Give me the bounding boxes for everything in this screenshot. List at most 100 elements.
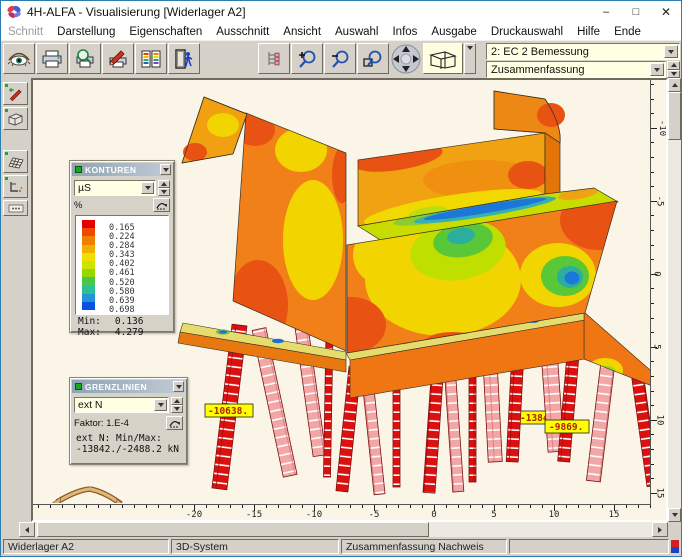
- ruler-tick: [506, 505, 507, 508]
- mesh-view-button[interactable]: [3, 150, 28, 173]
- scroll-left-button[interactable]: [19, 522, 35, 537]
- grenzlinien-menu-button[interactable]: [173, 381, 184, 392]
- result-locations-button[interactable]: [3, 175, 28, 198]
- konturen-quantity-select[interactable]: µS: [74, 180, 156, 196]
- section-pen-button[interactable]: [3, 82, 28, 105]
- arrow-left-icon: [25, 527, 29, 533]
- result-type-spinner[interactable]: [667, 61, 680, 78]
- ruler-tick: [651, 376, 654, 377]
- konturen-panel[interactable]: KONTUREN µS %: [69, 160, 175, 333]
- print-preview-button[interactable]: [69, 43, 101, 74]
- ruler-tick: [350, 505, 351, 508]
- menu-infos[interactable]: Infos: [385, 25, 424, 39]
- ruler-tick: [651, 99, 654, 100]
- vertical-scroll-track[interactable]: [668, 92, 681, 508]
- status-app-icon: [671, 540, 679, 553]
- menu-ausgabe[interactable]: Ausgabe: [424, 25, 483, 39]
- zoom-out-button[interactable]: [324, 43, 356, 74]
- ruler-label: -20: [186, 510, 202, 520]
- maximize-button[interactable]: □: [621, 2, 651, 23]
- ruler-tick: [218, 505, 219, 508]
- grenzlinien-dropdown-button[interactable]: [154, 399, 167, 411]
- canvas-area[interactable]: -13842.: [31, 78, 668, 522]
- vertical-scrollbar[interactable]: [668, 78, 681, 522]
- autoscale-icon: [155, 200, 168, 210]
- pan-button[interactable]: [390, 43, 422, 74]
- spin-down-button[interactable]: [667, 70, 680, 79]
- spin-up-button[interactable]: [667, 61, 680, 70]
- konturen-menu-button[interactable]: [160, 164, 171, 175]
- design-case-select[interactable]: 2: EC 2 Bemessung: [486, 43, 680, 60]
- horizontal-scroll-thumb[interactable]: [37, 522, 429, 537]
- max-value: 4.279: [115, 327, 144, 338]
- konturen-unit-label: %: [74, 200, 82, 211]
- menu-ende[interactable]: Ende: [607, 25, 648, 39]
- print-button[interactable]: [36, 43, 68, 74]
- view-3d-dropdown[interactable]: [464, 43, 476, 74]
- panel-icon: [75, 166, 82, 173]
- legend-swatch: [82, 220, 95, 228]
- view-3d-button[interactable]: [423, 43, 463, 74]
- view-eye-button[interactable]: [3, 43, 35, 74]
- element-labels-button[interactable]: [3, 200, 28, 216]
- horizontal-scroll-track[interactable]: [35, 522, 652, 537]
- minimize-button[interactable]: –: [591, 2, 621, 23]
- ruler-label: 0: [431, 510, 436, 520]
- ruler-label: 5: [491, 510, 496, 520]
- vertical-scroll-thumb[interactable]: [668, 92, 681, 140]
- menu-auswahl[interactable]: Auswahl: [328, 25, 385, 39]
- solid-view-button[interactable]: [3, 107, 28, 130]
- konturen-spinner[interactable]: [158, 180, 170, 196]
- ruler-tick: [651, 186, 654, 187]
- arrow-up-icon: [161, 182, 167, 186]
- scroll-right-button[interactable]: [652, 522, 668, 537]
- grenzlinien-panel[interactable]: GRENZLINIEN ext N Faktor: 1.E-4: [69, 377, 188, 465]
- spin-down-button[interactable]: [171, 405, 183, 413]
- left-wing-wall: [182, 97, 352, 351]
- app-logo-icon: [6, 4, 22, 20]
- ruler-label: 10: [549, 510, 560, 520]
- result-type-select[interactable]: Zusammenfassung: [486, 61, 666, 78]
- ruler-tick: [651, 361, 654, 362]
- ruler-tick: [651, 478, 654, 479]
- konturen-titlebar[interactable]: KONTUREN: [72, 163, 172, 176]
- spin-up-button[interactable]: [171, 397, 183, 405]
- mesh-grid-icon: [7, 155, 24, 169]
- design-case-dropdown-button[interactable]: [664, 45, 678, 58]
- menu-ausschnitt[interactable]: Ausschnitt: [209, 25, 276, 39]
- scroll-down-button[interactable]: [668, 508, 681, 522]
- app-window: 4H-ALFA - Visualisierung [Widerlager A2]…: [0, 0, 682, 557]
- konturen-dropdown-button[interactable]: [141, 182, 154, 194]
- menu-ansicht[interactable]: Ansicht: [276, 25, 328, 39]
- arrow-down-icon: [672, 513, 678, 517]
- spin-up-button[interactable]: [158, 180, 170, 188]
- ruler-tick: [266, 505, 267, 508]
- spin-down-button[interactable]: [158, 188, 170, 196]
- display-tree-button[interactable]: [258, 43, 290, 74]
- grenzlinien-autoscale-button[interactable]: [166, 416, 183, 430]
- scrollbar-spacer: [1, 522, 19, 537]
- grenzlinien-spinner[interactable]: [171, 397, 183, 413]
- scroll-up-button[interactable]: [668, 78, 681, 92]
- arrow-up-icon: [174, 399, 180, 403]
- left-toolbar: [1, 78, 31, 522]
- zoom-in-button[interactable]: [291, 43, 323, 74]
- zoom-window-button[interactable]: [357, 43, 389, 74]
- horizontal-scrollbar[interactable]: [1, 522, 681, 537]
- ruler-tick: [651, 142, 654, 143]
- legend-swatch: [82, 228, 95, 236]
- grenzlinien-titlebar[interactable]: GRENZLINIEN: [72, 380, 185, 393]
- close-button[interactable]: ✕: [651, 2, 681, 23]
- ruler-label: 0: [652, 271, 662, 276]
- print-options-button[interactable]: [102, 43, 134, 74]
- result-type-dropdown-button[interactable]: [650, 63, 664, 76]
- menu-druckauswahl[interactable]: Druckauswahl: [484, 25, 570, 39]
- menu-hilfe[interactable]: Hilfe: [570, 25, 607, 39]
- exit-button[interactable]: [168, 43, 200, 74]
- color-legend-button[interactable]: [135, 43, 167, 74]
- printer-icon: [42, 50, 62, 68]
- grenzlinien-quantity-select[interactable]: ext N: [74, 397, 169, 413]
- menu-darstellung[interactable]: Darstellung: [50, 25, 122, 39]
- konturen-autoscale-button[interactable]: [153, 198, 170, 212]
- menu-eigenschaften[interactable]: Eigenschaften: [122, 25, 209, 39]
